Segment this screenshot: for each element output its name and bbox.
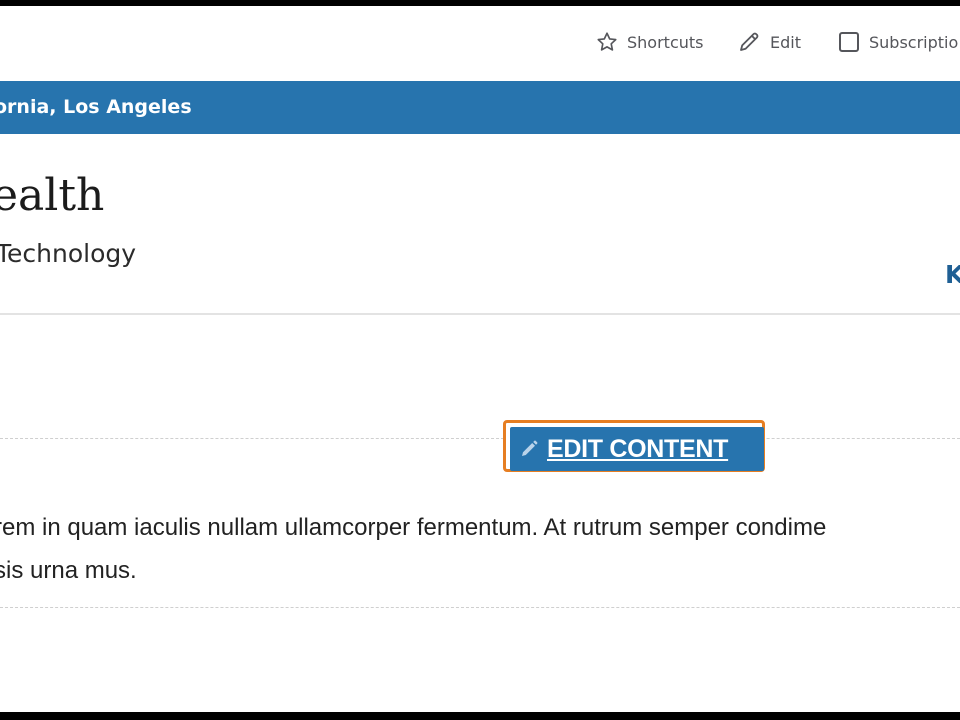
- content-block-top-border: [0, 438, 960, 439]
- shortcuts-label: Shortcuts: [627, 32, 704, 52]
- edit-toggle-button[interactable]: Edit: [737, 30, 801, 54]
- subscriptions-label: Subscriptio: [869, 32, 959, 52]
- shortcuts-button[interactable]: Shortcuts: [596, 30, 703, 54]
- edit-content-label: EDIT CONTENT: [547, 434, 729, 463]
- checkbox-icon: [838, 31, 860, 53]
- body-line: rem in quam iaculis nullam ullamcorper f…: [0, 514, 827, 541]
- pencil-icon: [519, 439, 539, 459]
- body-paragraph: rem in quam iaculis nullam ullamcorper f…: [0, 506, 826, 592]
- admin-toolbar: Shortcuts Edit Subscriptio: [0, 6, 960, 81]
- site-subtitle: Technology: [0, 239, 137, 268]
- campus-bar: ornia, Los Angeles: [0, 81, 960, 134]
- main-nav-item[interactable]: K: [945, 260, 960, 289]
- subscriptions-button[interactable]: Subscriptio: [838, 30, 958, 54]
- browser-viewport: Shortcuts Edit Subscriptio ornia, Los An…: [0, 6, 960, 712]
- content-block-bottom-border: [0, 607, 960, 608]
- header-divider: [0, 313, 960, 315]
- campus-name-link[interactable]: ornia, Los Angeles: [0, 96, 192, 118]
- star-icon: [596, 31, 618, 53]
- body-line: sis urna mus.: [0, 557, 137, 584]
- edit-label: Edit: [770, 32, 801, 52]
- pencil-icon: [737, 30, 761, 54]
- site-title[interactable]: ealth: [0, 170, 104, 222]
- edit-content-button[interactable]: EDIT CONTENT: [510, 427, 764, 471]
